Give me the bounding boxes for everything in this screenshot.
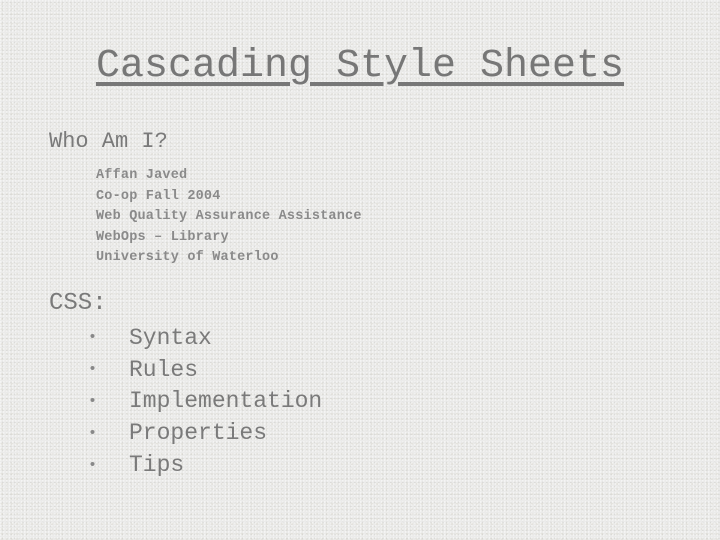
list-item: Web Quality Assurance Assistance bbox=[96, 209, 362, 224]
list-item-label: Tips bbox=[129, 452, 185, 479]
list-item: • Rules bbox=[86, 354, 322, 386]
who-am-i-heading: Who Am I? bbox=[49, 129, 168, 154]
list-item: • Properties bbox=[86, 417, 322, 449]
list-item: WebOps – Library bbox=[96, 229, 229, 245]
bullet-icon: • bbox=[88, 329, 98, 347]
bullet-icon: • bbox=[88, 361, 98, 379]
list-item: • Implementation bbox=[86, 386, 322, 418]
list-item: Co-op Fall 2004 bbox=[96, 188, 221, 204]
slide-title: Cascading Style Sheets bbox=[95, 44, 625, 89]
slide: Cascading Style Sheets Who Am I? Affan J… bbox=[0, 0, 720, 540]
who-am-i-list: Affan Javed Co-op Fall 2004 Web Quality … bbox=[96, 166, 362, 269]
list-item-label: Rules bbox=[129, 356, 199, 383]
list-item: • Syntax bbox=[86, 322, 322, 354]
bullet-icon: • bbox=[88, 424, 98, 442]
css-topics-list: • Syntax • Rules • Implementation • Prop… bbox=[86, 322, 322, 481]
bullet-icon: • bbox=[88, 392, 98, 410]
list-item-label: Implementation bbox=[129, 388, 323, 415]
list-item: Affan Javed bbox=[96, 168, 188, 183]
list-item: University of Waterloo bbox=[96, 250, 279, 265]
list-item: • Tips bbox=[86, 449, 322, 481]
css-heading: CSS: bbox=[49, 290, 107, 317]
bullet-icon: • bbox=[88, 456, 98, 474]
list-item-label: Syntax bbox=[129, 324, 212, 351]
list-item-label: Properties bbox=[129, 420, 268, 447]
